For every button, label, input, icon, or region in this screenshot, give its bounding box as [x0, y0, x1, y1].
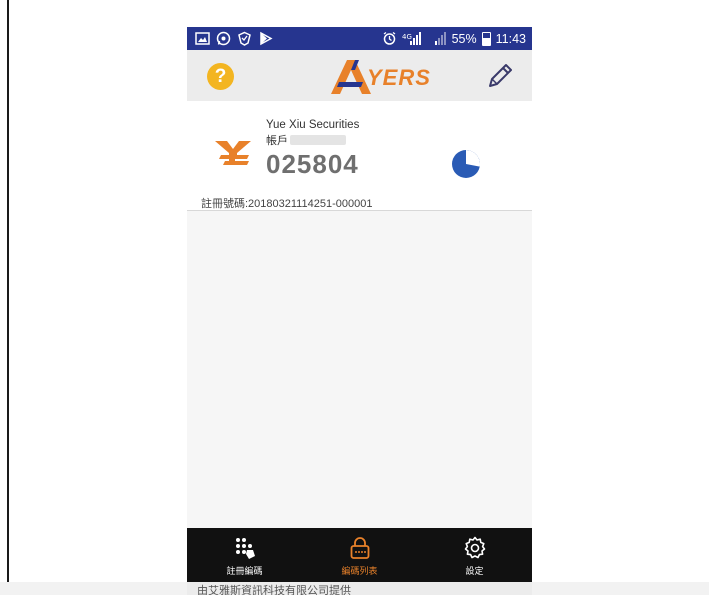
phone-screen: 4G 55% 11:43 ? YERS Yue Xiu Securities 帳…: [187, 27, 532, 595]
pencil-icon: [489, 64, 512, 87]
footer-credit: 由艾雅斯資訊科技有限公司提供: [197, 585, 351, 595]
account-row: 帳戶: [266, 132, 346, 148]
battery-icon: [481, 31, 491, 46]
token-list: Yue Xiu Securities 帳戶 025804 註冊號碼:201803…: [187, 101, 532, 528]
svg-text:4G: 4G: [402, 33, 412, 41]
logo-text: YERS: [367, 65, 431, 90]
bottom-nav: 註冊編碼 編碼列表 設定: [187, 528, 532, 582]
signal-icon: 4G: [402, 31, 422, 46]
otp-code: 025804: [266, 149, 359, 179]
account-number-masked: [290, 135, 346, 145]
lock-icon: [348, 536, 372, 560]
keypad-icon: [233, 536, 257, 560]
nav-settings[interactable]: 設定: [417, 528, 532, 582]
left-border-line: [7, 0, 9, 595]
nav-register[interactable]: 註冊編碼: [187, 528, 302, 582]
account-card[interactable]: Yue Xiu Securities 帳戶 025804 註冊號碼:201803…: [187, 101, 532, 211]
battery-percent: 55%: [451, 31, 477, 46]
gear-icon: [463, 536, 487, 560]
status-bar: 4G 55% 11:43: [187, 27, 532, 50]
nav-register-label: 註冊編碼: [226, 566, 263, 576]
nav-settings-label: 設定: [465, 566, 484, 576]
help-button[interactable]: ?: [207, 63, 234, 90]
account-label: 帳戶: [266, 135, 288, 147]
alarm-icon: [382, 31, 397, 46]
shield-icon: [237, 31, 252, 46]
nav-token-list[interactable]: 編碼列表: [302, 528, 417, 582]
app-header: ? YERS: [187, 50, 532, 101]
registration-number: 註冊號碼:20180321114251-000001: [201, 198, 373, 210]
countdown-timer-icon: [452, 150, 480, 178]
yue-xiu-logo-icon: [215, 141, 251, 165]
ayers-logo: YERS: [327, 56, 439, 96]
whatsapp-icon: [216, 31, 231, 46]
timer-elapsed-segment: [466, 150, 480, 167]
clock: 11:43: [495, 31, 526, 46]
signal-weak-icon: [427, 31, 447, 46]
edit-button[interactable]: [484, 60, 516, 92]
image-icon: [195, 31, 210, 46]
play-store-icon: [258, 31, 273, 46]
nav-token-list-label: 編碼列表: [341, 566, 378, 576]
company-name: Yue Xiu Securities: [266, 119, 360, 131]
